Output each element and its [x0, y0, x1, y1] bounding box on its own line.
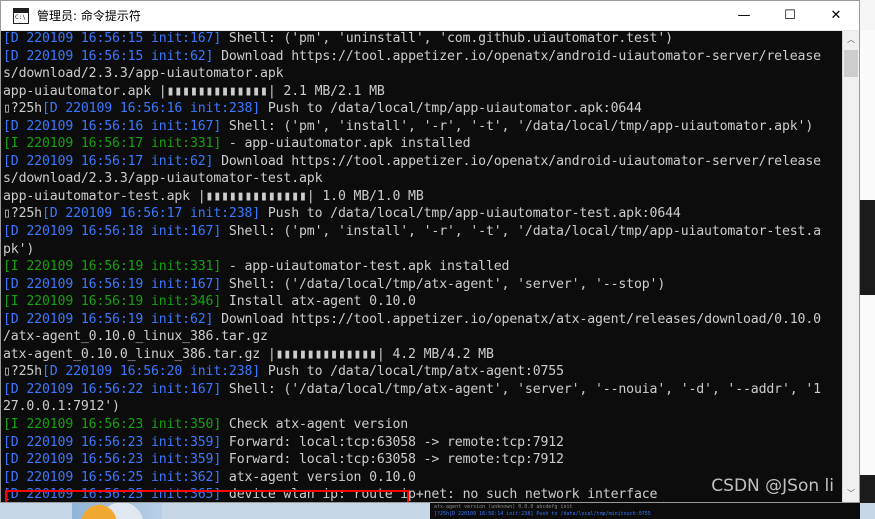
window-titlebar[interactable]: 管理员: 命令提示符 — ☐ ✕ — [1, 1, 859, 31]
terminal-segment: ▯?25h — [3, 101, 42, 117]
terminal-segment: Download https://tool.appetizer.io/opena… — [213, 311, 821, 327]
terminal-line: 27.0.0.1:7912') — [3, 398, 821, 416]
scrollbar-thumb[interactable] — [844, 50, 858, 77]
terminal-segment: atx-agent_0.10.0_linux_386.tar.gz |▮▮▮▮▮… — [3, 346, 494, 362]
background-console-bottom[interactable]: atx-agent version (unknown) 0.0.0 abcdef… — [430, 503, 860, 519]
terminal-segment: app-uiautomator.apk |▮▮▮▮▮▮▮▮▮▮▮▮▮| 2.1 … — [3, 83, 385, 99]
terminal-line: [D 220109 16:56:18 init:167] Shell: ('pm… — [3, 223, 821, 241]
background-window-right[interactable] — [858, 0, 875, 519]
terminal-segment: [D 220109 16:56:16 init:167] — [3, 118, 222, 134]
terminal-segment: device wlan ip: route ip+net: no such ne… — [221, 487, 658, 502]
scrollbar-up-arrow[interactable]: ︿ — [843, 31, 859, 48]
terminal-segment: Download https://tool.appetizer.io/opena… — [213, 48, 821, 64]
console-icon — [13, 7, 29, 24]
terminal-segment: Shell: ('pm', 'install', '-r', '-t', '/d… — [221, 224, 821, 240]
terminal-segment: 27.0.0.1:7912') — [3, 399, 120, 415]
background-console-line-2: [?25h[D 220109 16:56:14 init:238] Push t… — [434, 511, 651, 517]
terminal-line: atx-agent_0.10.0_linux_386.tar.gz |▮▮▮▮▮… — [3, 346, 821, 364]
minimize-button[interactable]: — — [721, 1, 767, 30]
terminal-segment: Push to /data/local/tmp/app-uiautomator-… — [260, 206, 681, 222]
terminal-segment: [D 220109 16:56:18 init:167] — [3, 224, 222, 240]
terminal-segment: s/download/2.3.3/app-uiautomator-test.ap… — [3, 171, 323, 187]
terminal-segment: [D 220109 16:56:23 init:359] — [3, 452, 222, 468]
terminal-scrollbar[interactable]: ︿ ﹀ — [842, 31, 859, 502]
terminal-line: [D 220109 16:56:25 init:365] device wlan… — [3, 486, 821, 502]
terminal-line: [D 220109 16:56:25 init:362] atx-agent v… — [3, 469, 821, 487]
terminal-line: [D 220109 16:56:15 init:167] Shell: ('pm… — [3, 31, 821, 48]
terminal-segment: Forward: local:tcp:63058 -> remote:tcp:7… — [221, 452, 564, 468]
terminal-line: [D 220109 16:56:19 init:167] Shell: ('/d… — [3, 276, 821, 294]
terminal-line: [D 220109 16:56:19 init:62] Download htt… — [3, 311, 821, 329]
terminal-text: [D 220109 16:56:15 init:167] Shell: ('pm… — [3, 31, 821, 502]
terminal-segment: Shell: ('pm', 'uninstall', 'com.github.u… — [221, 31, 673, 46]
terminal-segment: /atx-agent_0.10.0_linux_386.tar.gz — [3, 329, 268, 345]
window-title: 管理员: 命令提示符 — [37, 9, 141, 23]
terminal-line: [D 220109 16:56:16 init:167] Shell: ('pm… — [3, 118, 821, 136]
window-controls: — ☐ ✕ — [721, 1, 859, 30]
terminal-output-area[interactable]: [D 220109 16:56:15 init:167] Shell: ('pm… — [1, 31, 842, 502]
terminal-segment: atx-agent version 0.10.0 — [221, 469, 416, 485]
terminal-line: [D 220109 16:56:23 init:359] Forward: lo… — [3, 434, 821, 452]
terminal-segment: [D 220109 16:56:25 init:365] — [3, 487, 222, 502]
terminal-segment: Shell: ('/data/local/tmp/atx-agent', 'se… — [221, 381, 821, 397]
terminal-segment: [D 220109 16:56:16 init:238] — [41, 101, 261, 117]
terminal-segment: Push to /data/local/tmp/app-uiautomator.… — [260, 101, 642, 117]
terminal-line: pk') — [3, 241, 821, 259]
terminal-line: app-uiautomator-test.apk |▮▮▮▮▮▮▮▮▮▮▮▮▮|… — [3, 188, 821, 206]
terminal-segment: [D 220109 16:56:19 init:167] — [3, 276, 222, 292]
terminal-segment: Shell: ('pm', 'install', '-r', '-t', '/d… — [221, 118, 814, 134]
terminal-segment: [D 220109 16:56:22 init:167] — [3, 381, 222, 397]
terminal-segment: s/download/2.3.3/app-uiautomator.apk — [3, 66, 284, 82]
close-button[interactable]: ✕ — [813, 1, 859, 30]
terminal-segment: Check atx-agent version — [221, 417, 409, 433]
terminal-segment: [D 220109 16:56:15 init:62] — [3, 48, 214, 64]
terminal-segment: [D 220109 16:56:19 init:62] — [3, 311, 214, 327]
terminal-segment: Install atx-agent 0.10.0 — [221, 294, 416, 310]
terminal-line: ▯?25h[D 220109 16:56:16 init:238] Push t… — [3, 100, 821, 118]
terminal-segment: [D 220109 16:56:20 init:238] — [41, 364, 261, 380]
terminal-segment: [D 220109 16:56:17 init:238] — [41, 206, 261, 222]
terminal-segment: - app-uiautomator.apk installed — [221, 136, 471, 152]
terminal-line: s/download/2.3.3/app-uiautomator-test.ap… — [3, 170, 821, 188]
terminal-segment: [I 220109 16:56:19 init:346] — [3, 294, 222, 310]
desktop-logo — [72, 502, 162, 519]
background-console-line-1: atx-agent version (unknown) 0.0.0 abcdef… — [434, 504, 573, 510]
terminal-line: ▯?25h[D 220109 16:56:20 init:238] Push t… — [3, 363, 821, 381]
terminal-line: app-uiautomator.apk |▮▮▮▮▮▮▮▮▮▮▮▮▮| 2.1 … — [3, 83, 821, 101]
scrollbar-down-arrow[interactable]: ﹀ — [843, 485, 859, 502]
terminal-line: [D 220109 16:56:15 init:62] Download htt… — [3, 48, 821, 66]
watermark-text: CSDN @JSon li — [711, 476, 834, 496]
command-prompt-window: 管理员: 命令提示符 — ☐ ✕ [D 220109 16:56:15 init… — [0, 0, 860, 503]
terminal-segment: Download https://tool.appetizer.io/opena… — [213, 153, 821, 169]
maximize-button[interactable]: ☐ — [767, 1, 813, 30]
console-body: [D 220109 16:56:15 init:167] Shell: ('pm… — [1, 31, 859, 502]
terminal-segment: [D 220109 16:56:17 init:62] — [3, 153, 214, 169]
terminal-segment: [D 220109 16:56:15 init:167] — [3, 31, 222, 46]
terminal-segment: Shell: ('/data/local/tmp/atx-agent', 'se… — [221, 276, 666, 292]
terminal-line: [D 220109 16:56:22 init:167] Shell: ('/d… — [3, 381, 821, 399]
terminal-line: [I 220109 16:56:17 init:331] - app-uiaut… — [3, 135, 821, 153]
terminal-segment: Push to /data/local/tmp/atx-agent:0755 — [260, 364, 564, 380]
terminal-segment: pk') — [3, 241, 35, 257]
terminal-line: s/download/2.3.3/app-uiautomator.apk — [3, 65, 821, 83]
terminal-segment: - app-uiautomator-test.apk installed — [221, 259, 510, 275]
terminal-segment: [D 220109 16:56:23 init:359] — [3, 434, 222, 450]
terminal-line: ▯?25h[D 220109 16:56:17 init:238] Push t… — [3, 205, 821, 223]
terminal-line: [D 220109 16:56:23 init:359] Forward: lo… — [3, 451, 821, 469]
screen-root: atx-agent version (unknown) 0.0.0 abcdef… — [0, 0, 875, 519]
terminal-segment: [D 220109 16:56:25 init:362] — [3, 469, 222, 485]
terminal-segment: app-uiautomator-test.apk |▮▮▮▮▮▮▮▮▮▮▮▮▮|… — [3, 188, 424, 204]
terminal-line: /atx-agent_0.10.0_linux_386.tar.gz — [3, 328, 821, 346]
terminal-segment: ▯?25h — [3, 206, 42, 222]
terminal-segment: Forward: local:tcp:63058 -> remote:tcp:7… — [221, 434, 564, 450]
terminal-segment: [I 220109 16:56:19 init:331] — [3, 259, 222, 275]
terminal-line: [I 220109 16:56:19 init:346] Install atx… — [3, 293, 821, 311]
terminal-line: [I 220109 16:56:19 init:331] - app-uiaut… — [3, 258, 821, 276]
terminal-line: [I 220109 16:56:23 init:350] Check atx-a… — [3, 416, 821, 434]
terminal-line: [D 220109 16:56:17 init:62] Download htt… — [3, 153, 821, 171]
terminal-segment: ▯?25h — [3, 364, 42, 380]
terminal-segment: [I 220109 16:56:23 init:350] — [3, 417, 222, 433]
terminal-segment: [I 220109 16:56:17 init:331] — [3, 136, 222, 152]
